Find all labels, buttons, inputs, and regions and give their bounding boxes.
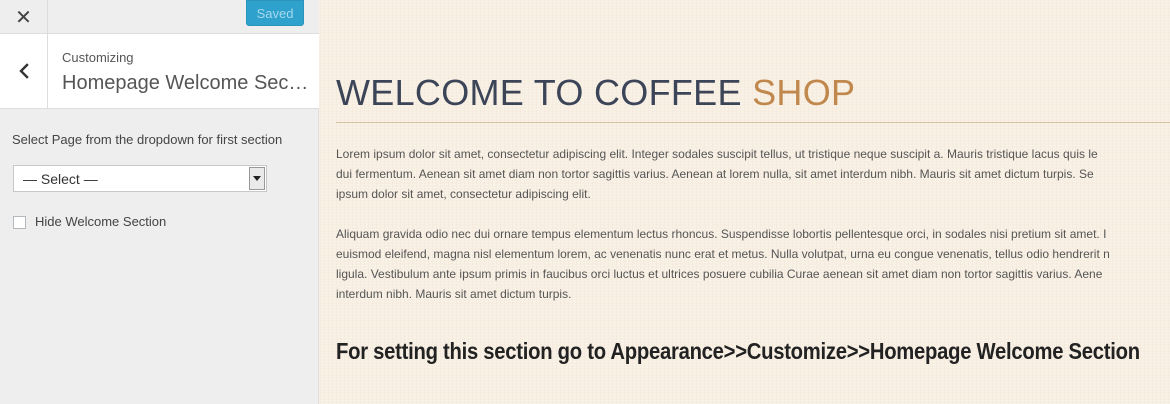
welcome-heading-accent: SHOP [752, 72, 856, 113]
paragraph-line: Aliquam gravida odio nec dui ornare temp… [336, 227, 1107, 241]
page-select-label: Select Page from the dropdown for first … [12, 132, 283, 147]
hide-welcome-label: Hide Welcome Section [35, 214, 167, 229]
site-preview: WELCOME TO COFFEE SHOP Lorem ipsum dolor… [320, 0, 1170, 404]
customizer-sidebar: ✕ Saved Customizing Homepage Welcome Sec… [0, 0, 319, 404]
hide-welcome-checkbox[interactable] [13, 216, 26, 229]
close-icon: ✕ [15, 6, 32, 29]
section-header: Customizing Homepage Welcome Section [0, 34, 319, 109]
heading-divider [336, 122, 1170, 123]
chevron-left-icon [18, 63, 29, 79]
section-title: Homepage Welcome Section [62, 72, 312, 94]
paragraph-line: dui fermentum. Aenean sit amet diam non … [336, 167, 1094, 181]
customizing-label: Customizing [62, 50, 134, 65]
save-button[interactable]: Saved [246, 0, 304, 26]
welcome-paragraph-2: Aliquam gravida odio nec dui ornare temp… [336, 224, 1170, 304]
paragraph-line: ligula. Vestibulum ante ipsum primis in … [336, 267, 1103, 281]
close-customizer-button[interactable]: ✕ [0, 0, 48, 34]
welcome-heading: WELCOME TO COFFEE SHOP [336, 72, 855, 114]
page-select-dropdown[interactable]: — Select — [13, 165, 267, 192]
dropdown-arrow-icon [249, 167, 265, 190]
welcome-heading-main: WELCOME TO COFFEE [336, 72, 753, 113]
paragraph-line: interdum nibh. Mauris sit amet dictum tu… [336, 287, 572, 301]
paragraph-line: ipsum dolor sit amet, consectetur adipis… [336, 187, 591, 201]
paragraph-line: euismod eleifend, magna nisl elementum l… [336, 247, 1110, 261]
setting-instructions: For setting this section go to Appearanc… [336, 338, 1140, 364]
page-select-value: — Select — [23, 171, 98, 187]
paragraph-line: Lorem ipsum dolor sit amet, consectetur … [336, 147, 1098, 161]
customizer-header-bar: ✕ Saved [0, 0, 319, 34]
back-button[interactable] [0, 34, 48, 108]
welcome-paragraph-1: Lorem ipsum dolor sit amet, consectetur … [336, 144, 1170, 204]
